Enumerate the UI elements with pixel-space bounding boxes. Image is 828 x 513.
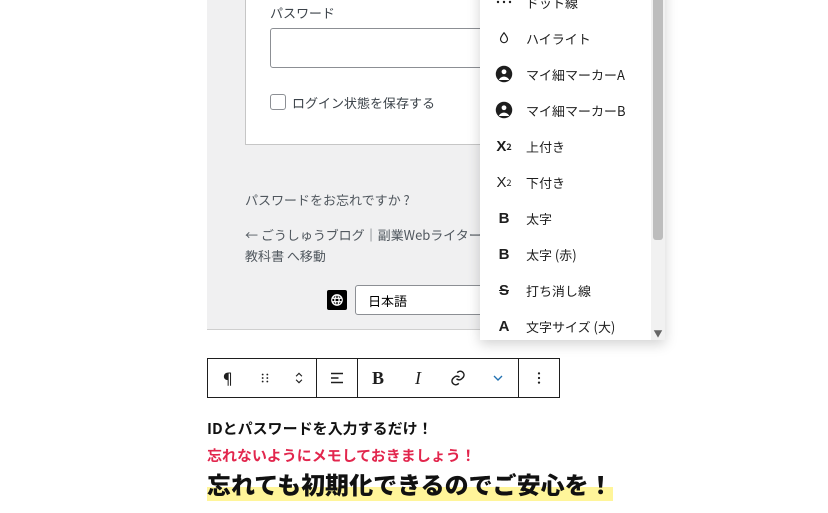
dropdown-item-2[interactable]: マイ細マーカーA [480,56,665,92]
bold-icon: B [494,208,514,228]
dropdown-item-label: 打ち消し線 [526,281,591,300]
person-icon [494,64,514,84]
toolbar-group-overflow [518,358,560,398]
move-up-down-icon[interactable] [282,359,316,397]
remember-label-wrap[interactable]: ログイン状態を保存する [270,93,435,112]
dropdown-item-label: 下付き [526,173,565,192]
dropdown-item-0[interactable]: ドット線 [480,0,665,20]
italic-button[interactable]: I [398,359,438,397]
format-dropdown: ドット線ハイライトマイ細マーカーA マイ細マーカーB X2 上付き X2 下付き B 太字 B太… [480,0,665,340]
remember-label: ログイン状態を保存する [292,93,435,112]
back-arrow: ← [245,225,261,244]
fontsize-icon: A [494,316,514,336]
body-line-3-highlight: 忘れても初期化できるのでご安心を！ [207,466,613,501]
link-button[interactable] [438,359,478,397]
dropdown-item-1[interactable]: ハイライト [480,20,665,56]
dropdown-item-8[interactable]: S 打ち消し線 [480,272,665,308]
dropdown-item-label: マイ細マーカーA [526,65,625,84]
superscript-icon: X2 [494,136,514,156]
dropdown-item-label: 上付き [526,137,565,156]
body-line-2: 忘れないようにメモしておきましょう！ [207,445,707,466]
dropdown-item-4[interactable]: X2 上付き [480,128,665,164]
dropdown-item-7[interactable]: B 太字 (赤) [480,236,665,272]
drag-handle-icon[interactable] [248,359,282,397]
toolbar-group-align [316,358,358,398]
remember-checkbox[interactable] [270,94,286,110]
bold-button[interactable]: B [358,359,398,397]
strikethrough-icon: S [494,280,514,300]
dropdown-item-label: ドット線 [526,0,578,12]
subscript-icon: X2 [494,172,514,192]
kebab-menu-icon[interactable] [519,359,559,397]
dropdown-item-label: ハイライト [526,29,591,48]
dropdown-item-label: 太字 (赤) [526,245,577,264]
paragraph-icon[interactable]: ¶ [208,359,248,397]
translate-icon [327,290,347,310]
dropdown-item-3[interactable]: マイ細マーカーB [480,92,665,128]
dropdown-item-5[interactable]: X2 下付き [480,164,665,200]
dropdown-item-label: 太字 [526,209,552,228]
person-icon [494,100,514,120]
dropdown-item-6[interactable]: B 太字 [480,200,665,236]
drop-icon [494,28,514,48]
dropdown-item-label: 文字サイズ (大) [526,317,615,336]
language-switcher: 日本語 [327,285,505,315]
toolbar-group-block: ¶ [207,358,317,398]
dropdown-scroll-down-icon[interactable]: ▼ [651,326,665,340]
block-toolbar: ¶ B I [207,358,560,398]
bold-icon: B [494,244,514,264]
toolbar-group-format: B I [357,358,519,398]
dropdown-scrollbar[interactable]: ▼ [651,0,665,340]
more-format-chevron-icon[interactable] [478,359,518,397]
dropdown-scroll-thumb[interactable] [653,0,663,240]
align-icon[interactable] [317,359,357,397]
body-line-1: IDとパスワードを入力するだけ！ [207,418,707,439]
dropdown-item-label: マイ細マーカーB [526,101,626,120]
dot-icon [494,0,514,12]
dropdown-item-9[interactable]: A 文字サイズ (大) [480,308,665,340]
body-text: IDとパスワードを入力するだけ！ 忘れないようにメモしておきましょう！ 忘れても… [207,418,707,501]
